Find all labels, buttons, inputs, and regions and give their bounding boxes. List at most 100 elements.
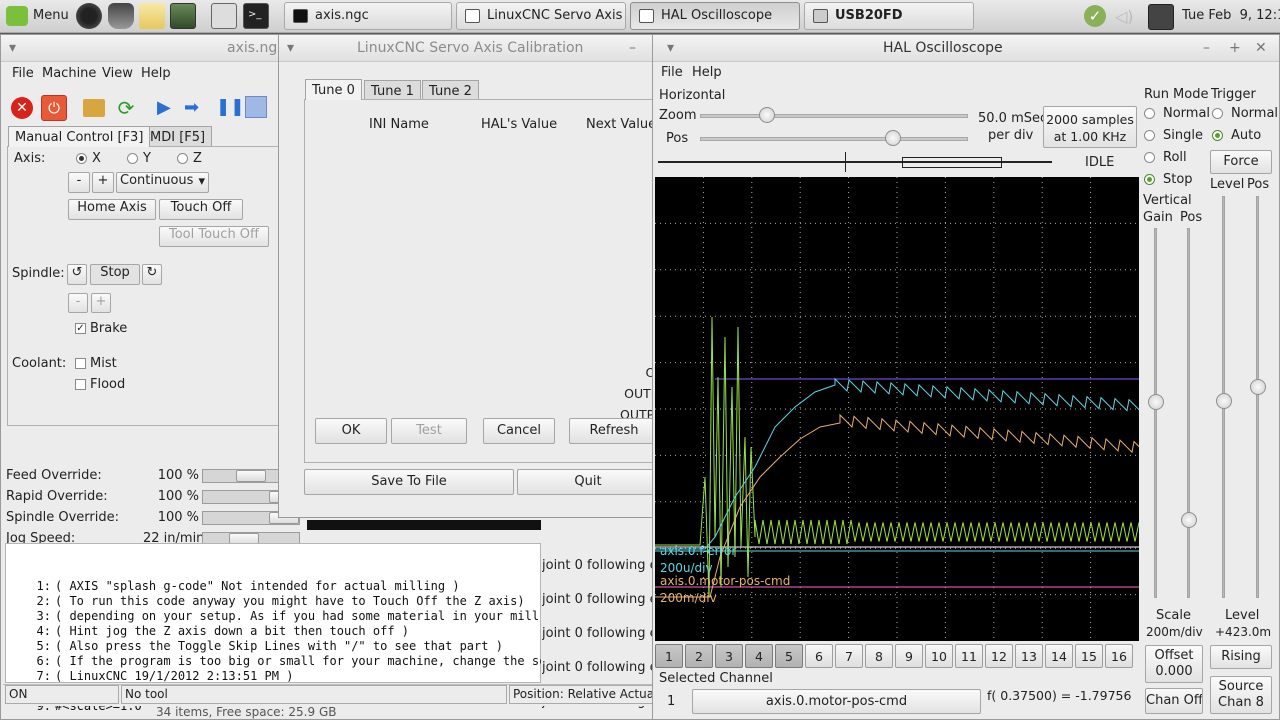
channel-button-13[interactable]: 13 bbox=[1015, 644, 1043, 668]
window-menu-icon[interactable]: ▾ bbox=[9, 40, 16, 56]
channel-button-5[interactable]: 5 bbox=[775, 644, 803, 668]
calibration-titlebar[interactable]: ▾ LinuxCNC Servo Axis Calibration – bbox=[279, 35, 657, 62]
channel-button-14[interactable]: 14 bbox=[1045, 644, 1073, 668]
text-editor-launcher-icon[interactable] bbox=[139, 3, 165, 29]
webcam-launcher-icon[interactable] bbox=[76, 3, 102, 29]
samples-button[interactable]: 2000 samples at 1.00 KHz bbox=[1043, 106, 1137, 148]
spindle-plus-button[interactable]: + bbox=[91, 293, 111, 313]
channel-button-8[interactable]: 8 bbox=[865, 644, 893, 668]
vertical-pos-slider-knob[interactable] bbox=[1181, 512, 1197, 528]
volume-icon[interactable]: ◁) bbox=[1115, 7, 1137, 26]
test-button[interactable]: Test bbox=[391, 418, 467, 444]
menu-file[interactable]: File bbox=[12, 66, 34, 81]
network-icon[interactable] bbox=[1148, 4, 1174, 30]
channel-button-9[interactable]: 9 bbox=[895, 644, 923, 668]
ok-button[interactable]: OK bbox=[315, 418, 387, 444]
pos-slider-knob[interactable] bbox=[884, 130, 901, 146]
mist-checkbox[interactable] bbox=[75, 358, 86, 369]
trigger-pos-slider-track[interactable] bbox=[1256, 196, 1259, 598]
axis-x-radio[interactable] bbox=[76, 153, 87, 164]
offset-button[interactable]: Offset 0.000 bbox=[1145, 645, 1203, 683]
clock[interactable]: Tue Feb 9, 12:11 bbox=[1182, 8, 1280, 23]
terminal-icon[interactable]: >_ bbox=[243, 3, 269, 29]
terminal-launcher-icon[interactable] bbox=[170, 3, 196, 29]
gain-slider-knob[interactable] bbox=[1148, 394, 1164, 410]
menu-button[interactable]: Menu bbox=[33, 8, 69, 23]
channel-button-3[interactable]: 3 bbox=[715, 644, 743, 668]
jog-mode-select[interactable]: Continuous ▾ bbox=[116, 172, 209, 193]
scope-menu-file[interactable]: File bbox=[661, 65, 683, 80]
spindle-stop-button[interactable]: Stop bbox=[90, 264, 140, 285]
trigger-level-slider-knob[interactable] bbox=[1216, 393, 1232, 409]
home-axis-button[interactable]: Home Axis bbox=[68, 199, 156, 220]
run-mode-roll-radio[interactable] bbox=[1144, 152, 1155, 163]
spindle-cw-icon[interactable]: ↻ bbox=[142, 264, 162, 285]
touch-off-button[interactable]: Touch Off bbox=[159, 199, 243, 220]
gcode-line[interactable]: 1: ( AXIS "splash g-code" Not intended fo… bbox=[1, 579, 541, 593]
channel-button-1[interactable]: 1 bbox=[655, 644, 683, 668]
menu-help[interactable]: Help bbox=[141, 66, 171, 81]
channel-button-11[interactable]: 11 bbox=[955, 644, 983, 668]
channel-button-7[interactable]: 7 bbox=[835, 644, 863, 668]
channel-button-10[interactable]: 10 bbox=[925, 644, 953, 668]
run-mode-single-radio[interactable] bbox=[1144, 130, 1155, 141]
minimize-icon[interactable]: – bbox=[629, 40, 636, 56]
gcode-line[interactable]: 6: ( If the program is too big or small f… bbox=[1, 654, 541, 668]
open-file-icon[interactable] bbox=[83, 99, 105, 117]
stop-program-icon[interactable] bbox=[245, 96, 267, 118]
vertical-pos-slider-track[interactable] bbox=[1187, 228, 1190, 598]
override-slider-thumb[interactable] bbox=[236, 470, 266, 482]
task-axis[interactable]: axis.ngc bbox=[284, 2, 452, 30]
cancel-button[interactable]: Cancel bbox=[483, 418, 555, 444]
flood-checkbox[interactable] bbox=[75, 379, 86, 390]
channel-button-6[interactable]: 6 bbox=[805, 644, 833, 668]
channel-button-15[interactable]: 15 bbox=[1075, 644, 1103, 668]
close-icon[interactable]: ✕ bbox=[1255, 40, 1267, 56]
zoom-slider-knob[interactable] bbox=[759, 107, 775, 123]
tab-tune-1[interactable]: Tune 1 bbox=[364, 80, 421, 101]
update-manager-icon[interactable]: ✓ bbox=[1084, 5, 1106, 27]
maximize-icon[interactable]: + bbox=[1229, 40, 1241, 56]
scope-menu-help[interactable]: Help bbox=[692, 65, 722, 80]
tab-tune-0[interactable]: Tune 0 bbox=[305, 79, 362, 100]
mint-logo-icon[interactable] bbox=[6, 6, 28, 26]
refresh-button[interactable]: Refresh bbox=[569, 418, 659, 444]
gcode-line[interactable]: 7: ( LinuxCNC 19/1/2012 2:13:51 PM ) bbox=[1, 669, 541, 683]
power-icon[interactable]: ⏻ bbox=[41, 95, 67, 121]
run-mode-stop-radio[interactable] bbox=[1144, 174, 1155, 185]
axis-y-radio[interactable] bbox=[127, 153, 138, 164]
scope-titlebar[interactable]: ▾ HAL Oscilloscope – + ✕ bbox=[653, 35, 1279, 62]
minimize-icon[interactable]: – bbox=[1203, 40, 1210, 56]
trigger-normal-radio[interactable] bbox=[1212, 108, 1223, 119]
spindle-minus-button[interactable]: - bbox=[68, 293, 88, 313]
save-to-file-button[interactable]: Save To File bbox=[304, 469, 514, 495]
spindle-ccw-icon[interactable]: ↺ bbox=[67, 264, 87, 285]
tab-mdi[interactable]: MDI [F5] bbox=[143, 126, 213, 147]
menu-machine[interactable]: Machine bbox=[42, 66, 96, 81]
axis-z-radio[interactable] bbox=[177, 153, 188, 164]
channel-button-2[interactable]: 2 bbox=[685, 644, 713, 668]
step-icon[interactable]: ➡ bbox=[184, 97, 208, 119]
task-usb20fd[interactable]: USB20FD bbox=[804, 2, 974, 30]
pause-icon[interactable]: ❚❚ bbox=[216, 97, 245, 119]
gcode-line[interactable]: 2: ( To run this code anyway you might ha… bbox=[1, 594, 541, 608]
run-mode-normal-radio[interactable] bbox=[1144, 108, 1155, 119]
channel-button-16[interactable]: 16 bbox=[1105, 644, 1133, 668]
tool-touch-off-button[interactable]: Tool Touch Off bbox=[159, 226, 269, 247]
channel-button-12[interactable]: 12 bbox=[985, 644, 1013, 668]
gcode-line[interactable]: 4: ( Hint jog the Z axis down a bit then … bbox=[1, 624, 541, 638]
reload-icon[interactable]: ⟳ bbox=[114, 96, 138, 120]
force-button[interactable]: Force bbox=[1210, 150, 1272, 174]
trigger-pos-slider-knob[interactable] bbox=[1250, 379, 1266, 395]
zoom-slider-track[interactable] bbox=[700, 114, 968, 118]
jog-plus-button[interactable]: + bbox=[92, 172, 114, 193]
pos-slider-track[interactable] bbox=[700, 137, 968, 141]
scope-display[interactable] bbox=[655, 177, 1139, 641]
tab-tune-2[interactable]: Tune 2 bbox=[422, 80, 479, 101]
task-servo-calibration[interactable]: LinuxCNC Servo Axis ... bbox=[456, 2, 626, 30]
chan-off-button[interactable]: Chan Off bbox=[1145, 688, 1203, 714]
linux-penguin-launcher-icon[interactable] bbox=[108, 3, 134, 29]
brake-checkbox[interactable]: ✓ bbox=[75, 323, 86, 334]
gcode-line[interactable]: 5: ( Also press the Toggle Skip Lines wit… bbox=[1, 639, 541, 653]
menu-view[interactable]: View bbox=[102, 66, 133, 81]
